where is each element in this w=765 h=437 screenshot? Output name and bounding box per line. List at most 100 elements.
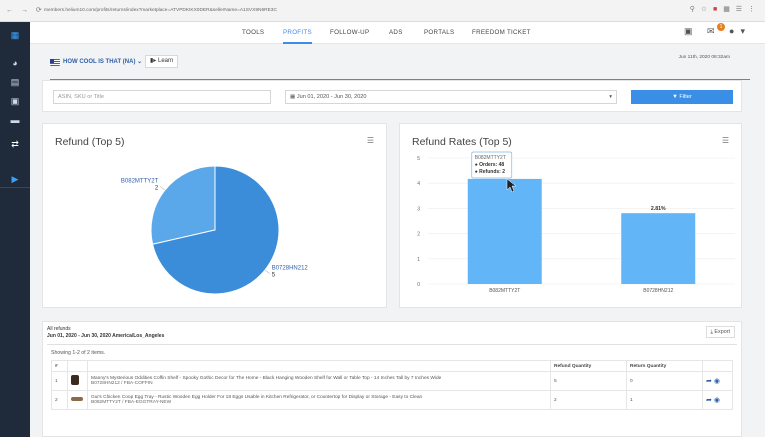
row-actions: ➦◉ [702,371,733,391]
x-tick-label: B082MTTY2T [489,288,520,294]
filter-button[interactable]: ▼ Filter [631,90,733,104]
col-image [67,360,88,372]
date-range-select[interactable]: ▦ Jun 01, 2020 - Jun 30, 2020 ▾ [285,90,617,104]
bar [467,178,542,284]
col-product [87,360,551,372]
table-row[interactable]: 2 Gui's Chicken Coop Egg Tray - Rustic W… [51,390,733,410]
pie-label-leader [264,269,270,274]
tab-portals[interactable]: PORTALS [424,22,454,44]
tooltip-line: B082MTTY2T [475,155,506,161]
return-quantity: 1 [626,390,703,410]
col-index: # [51,360,68,372]
row-index: 2 [51,390,68,410]
y-tick-label: 4 [417,181,420,187]
y-tick-label: 1 [417,257,420,263]
tab-follow-up[interactable]: FOLLOW-UP [330,22,369,44]
return-quantity: 0 [626,371,703,391]
chat-icon[interactable]: ◉ [714,397,722,404]
tab-tools[interactable]: TOOLS [242,22,264,44]
chat-icon[interactable]: ◉ [714,378,722,385]
main-content: HOW COOL IS THAT (NA) ⌄ ▮▸ Learn Jun 11t… [30,44,765,437]
row-index: 1 [51,371,68,391]
filter-icon: ▼ [672,94,678,100]
browser-chrome: ← → ⟳ members.helium10.com/profits/retur… [0,0,765,22]
refunds-title: All refunds [47,326,71,332]
y-tick-label: 3 [417,206,420,212]
filters-panel: ASIN, SKU or Title ▦ Jun 01, 2020 - Jun … [42,80,742,112]
marketplace-selector[interactable]: HOW COOL IS THAT (NA) ⌄ [63,58,142,65]
learn-label: Learn [158,58,174,64]
date-range-value: Jun 01, 2020 - Jun 30, 2020 [296,94,367,100]
sidebar-divider [0,187,30,188]
marketplace-name: HOW COOL IS THAT (NA) [63,59,136,65]
card-icon[interactable]: ▬ [8,113,22,127]
facebook-icon[interactable]: ▣ [684,26,699,36]
table-row[interactable]: 1 Manny's Mysterious Oddities Coffin She… [51,371,733,391]
us-flag-icon [50,59,60,66]
y-tick-label: 5 [417,156,420,162]
col-return-qty: Return Quantity [626,360,703,372]
tooltip-line: ● Refunds: 2 [475,169,505,175]
product-thumbnail[interactable] [67,371,88,391]
calendar-icon: ▦ [290,94,296,100]
refund-quantity: 2 [550,390,627,410]
dashboard-icon[interactable]: ◕ [8,56,22,70]
product-sku: B082MTTY2T / FBA-EGGTRAY-NEW [91,400,172,405]
notification-badge: 1 [717,23,725,31]
refunds-header: All refunds Jun 01, 2020 - Jun 30, 2020 … [47,326,164,340]
product-sku: B0728HN212 / FBA-COFFIN [91,381,153,386]
tab-ads[interactable]: ADS [389,22,403,44]
refunds-table: # Refund Quantity Return Quantity 1 Mann… [51,360,733,410]
reply-icon[interactable]: ➦ [706,397,714,404]
learn-button[interactable]: ▮▸ Learn [145,55,179,68]
sidebar: ▦ ◕ ▤ ▣ ▬ ⇄ ▶ [0,22,30,437]
refund-pie-card: Refund (Top 5) ☰ B082MTTY2T 2 B0728HN212 5 [42,123,387,308]
x-tick-label: B0728HN212 [643,288,673,294]
browser-extension-icons[interactable]: ⚲ ☆ ■ ▦ ☰ ⋮ [690,5,757,13]
bar-data-label: 2.81% [651,206,666,212]
play-icon[interactable]: ▶ [8,172,22,186]
pie-slice-label: B082MTTY2T [121,178,159,184]
tab-freedom-ticket[interactable]: FREEDOM TICKET [472,22,531,44]
refund-quantity: 5 [550,371,627,391]
address-bar[interactable]: members.helium10.com/profits/returns/ind… [44,5,604,17]
marketplace-bar: HOW COOL IS THAT (NA) ⌄ ▮▸ Learn Jun 11t… [42,52,750,80]
product-cell: Gui's Chicken Coop Egg Tray - Rustic Woo… [87,390,551,410]
export-button[interactable]: ⤓ Export [705,326,735,338]
pie-slice-value: 2 [155,185,159,191]
y-tick-label: 2 [417,232,420,238]
refunds-subtitle: Jun 01, 2020 - Jun 30, 2020 America/Los_… [47,333,165,339]
bar [621,213,696,284]
tooltip-line: ● Orders: 48 [475,162,505,168]
table-divider [47,344,737,345]
refund-rate-bar-card: Refund Rates (Top 5) ☰ 0 1 2 3 4 5 B082MTTY2T B… [399,123,742,308]
bar-chart: 0 1 2 3 4 5 B082MTTY2T B0728HN212 2.81% B082MTTY2… [417,151,735,294]
pie-chart: B082MTTY2T2 B0728HN2125 [121,165,308,295]
col-refund-qty: Refund Quantity [550,360,627,372]
returns-icon[interactable]: ⇄ [8,137,22,151]
row-actions: ➦◉ [702,390,733,410]
product-cell: Manny's Mysterious Oddities Coffin Shelf… [87,371,551,391]
pie-label-leader [160,186,166,191]
pie-slice-value: 5 [272,273,276,279]
user-icon[interactable]: ●▾ [729,26,751,36]
chevron-down-icon: ▾ [609,94,612,100]
reply-icon[interactable]: ➦ [706,378,714,385]
search-input[interactable]: ASIN, SKU or Title [53,90,271,104]
book-icon[interactable]: ▣ [8,94,22,108]
datestamp: Jun 11th, 2020 08:32am [678,55,730,60]
col-actions [702,360,733,372]
filter-label: Filter [679,94,692,100]
export-label: Export [714,329,730,335]
showing-text: Showing 1-2 of 2 items. [51,350,106,356]
top-nav: TOOLS PROFITS FOLLOW-UP ADS PORTALS FREE… [30,22,765,44]
browser-nav-buttons[interactable]: ← → ⟳ [6,6,45,14]
tab-profits[interactable]: PROFITS [283,22,312,44]
table-header-row: # Refund Quantity Return Quantity [51,360,733,372]
product-thumbnail[interactable] [67,390,88,410]
video-icon: ▮▸ [150,58,157,64]
y-tick-label: 0 [417,282,420,288]
download-icon: ⤓ [710,329,713,335]
helium10-logo-icon[interactable]: ▦ [8,28,22,42]
grid-icon[interactable]: ▤ [8,75,22,89]
